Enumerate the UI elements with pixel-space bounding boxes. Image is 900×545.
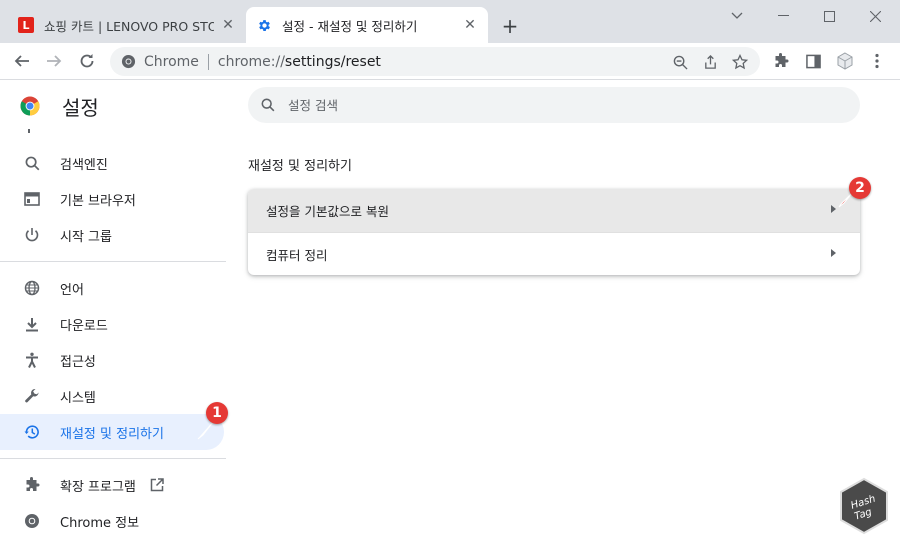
close-tab-icon[interactable]: ✕ [460, 15, 480, 35]
close-window-icon[interactable] [852, 0, 898, 32]
settings-header: 설정 [20, 93, 99, 120]
search-icon [258, 95, 278, 115]
wrench-icon [22, 386, 42, 406]
settings-page: 설정 검색엔진 기본 브라우저 시작 [0, 81, 900, 545]
settings-sidebar-nav: 검색엔진 기본 브라우저 시작 그룹 언어 다운로드 접근성 시스템 재설정 및… [0, 129, 226, 539]
url-path: settings/reset [284, 53, 381, 70]
sidebar-item-label: 검색엔진 [60, 157, 108, 173]
url-host: chrome:// [217, 53, 285, 70]
sidebar-item-startup[interactable]: 시작 그룹 [0, 217, 224, 253]
sidebar-item-system[interactable]: 시스템 [0, 378, 224, 414]
bookmark-star-icon[interactable] [728, 50, 752, 74]
omnibox-separator [207, 53, 209, 70]
sidebar-item-label: 언어 [60, 282, 84, 298]
share-icon[interactable] [698, 50, 722, 74]
menu-kebab-icon[interactable] [864, 48, 890, 74]
tab-strip: L 쇼핑 카트 | LENOVO PRO STORE ✕ 설정 - 재설정 및 … [0, 0, 900, 43]
cleanup-computer-row[interactable]: 컴퓨터 정리 [248, 232, 860, 275]
address-bar[interactable]: Chrome chrome://settings/reset [110, 47, 760, 76]
zoom-icon[interactable] [668, 50, 692, 74]
tab-lenovo-cart[interactable]: L 쇼핑 카트 | LENOVO PRO STORE ✕ [8, 7, 246, 43]
power-icon [22, 225, 42, 245]
sidebar-item-label: Chrome 정보 [60, 515, 140, 531]
restore-icon [22, 422, 42, 442]
side-panel-icon[interactable] [800, 48, 826, 74]
profile-avatar-icon[interactable] [832, 48, 858, 74]
sidebar-item-about-chrome[interactable]: Chrome 정보 [0, 503, 224, 539]
reload-icon[interactable] [74, 48, 100, 74]
sidebar-item-label: 시스템 [60, 390, 96, 406]
tab-search-chevron-icon[interactable] [714, 0, 760, 32]
settings-search-input[interactable] [288, 97, 828, 113]
sidebar-item-search-engine[interactable]: 검색엔진 [0, 145, 224, 181]
row-label: 컴퓨터 정리 [266, 247, 328, 263]
lenovo-favicon: L [18, 17, 34, 33]
sidebar-item-downloads[interactable]: 다운로드 [0, 306, 224, 342]
settings-title: 설정 [62, 95, 99, 120]
minimize-icon[interactable] [760, 0, 806, 32]
download-icon [22, 314, 42, 334]
paint-icon [22, 129, 42, 139]
omnibox-chip: Chrome [144, 53, 199, 70]
back-arrow-icon[interactable] [9, 48, 35, 74]
sidebar-item-label: 재설정 및 정리하기 [60, 426, 164, 442]
sidebar-divider [0, 261, 226, 262]
sidebar-item-language[interactable]: 언어 [0, 270, 224, 306]
forward-arrow-icon[interactable] [41, 48, 67, 74]
settings-gear-icon [256, 17, 272, 33]
sidebar-divider [0, 458, 226, 459]
search-icon [22, 153, 42, 173]
chevron-right-icon [831, 249, 836, 257]
annotation-marker-1: 1 [206, 402, 228, 424]
browser-icon [22, 189, 42, 209]
sidebar-item-label: 시작 그룹 [60, 229, 112, 245]
globe-icon [22, 278, 42, 298]
close-tab-icon[interactable]: ✕ [218, 15, 238, 35]
maximize-icon[interactable] [806, 0, 852, 32]
extensions-puzzle-icon[interactable] [768, 48, 794, 74]
sidebar-item-default-browser[interactable]: 기본 브라우저 [0, 181, 224, 217]
chrome-icon [22, 511, 42, 531]
annotation-marker-2: 2 [849, 177, 871, 199]
sidebar-item-label: 다운로드 [60, 318, 108, 334]
tab-title: 쇼핑 카트 | LENOVO PRO STORE [44, 18, 214, 34]
section-title: 재설정 및 정리하기 [248, 159, 352, 174]
sidebar-item-extensions[interactable]: 확장 프로그램 [0, 467, 224, 503]
chrome-logo-icon [20, 96, 40, 116]
restore-defaults-row[interactable]: 설정을 기본값으로 복원 [248, 189, 860, 232]
tab-title: 설정 - 재설정 및 정리하기 [282, 18, 418, 34]
sidebar-item-clipped [0, 129, 226, 145]
sidebar-item-label: 접근성 [60, 354, 96, 370]
accessibility-icon [22, 350, 42, 370]
tab-settings[interactable]: 설정 - 재설정 및 정리하기 ✕ [246, 7, 488, 43]
hashtag-watermark-logo: Hash Tag [840, 477, 888, 535]
chrome-site-icon [120, 54, 136, 70]
browser-toolbar: Chrome chrome://settings/reset [0, 43, 900, 80]
sidebar-item-label: 확장 프로그램 [60, 479, 136, 495]
new-tab-plus-icon[interactable]: + [498, 14, 522, 38]
open-external-icon [150, 478, 164, 492]
row-label: 설정을 기본값으로 복원 [266, 204, 389, 219]
sidebar-item-reset-cleanup[interactable]: 재설정 및 정리하기 [0, 414, 224, 450]
sidebar-item-label: 기본 브라우저 [60, 193, 136, 209]
puzzle-icon [22, 475, 42, 495]
reset-options-card: 설정을 기본값으로 복원 컴퓨터 정리 [248, 189, 860, 275]
settings-search[interactable] [248, 87, 860, 123]
sidebar-item-accessibility[interactable]: 접근성 [0, 342, 224, 378]
